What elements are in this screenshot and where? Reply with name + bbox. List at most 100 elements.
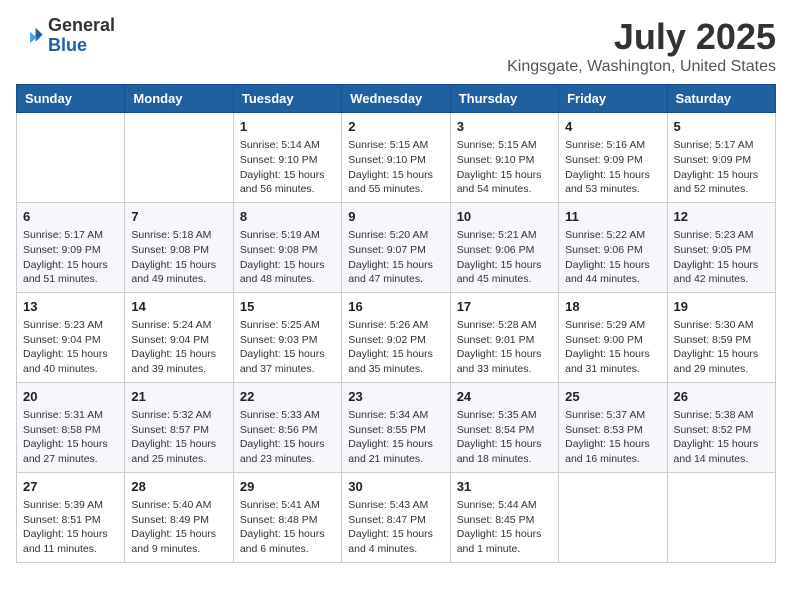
calendar-table: SundayMondayTuesdayWednesdayThursdayFrid… [16,84,776,563]
day-number: 10 [457,208,552,226]
day-number: 28 [131,478,226,496]
day-info: Sunrise: 5:41 AM Sunset: 8:48 PM Dayligh… [240,498,335,557]
day-number: 26 [674,388,769,406]
day-number: 27 [23,478,118,496]
calendar-cell: 27 Sunrise: 5:39 AM Sunset: 8:51 PM Dayl… [17,472,125,562]
calendar-cell: 5 Sunrise: 5:17 AM Sunset: 9:09 PM Dayli… [667,113,775,203]
month-title: July 2025 [507,16,776,58]
day-info: Sunrise: 5:21 AM Sunset: 9:06 PM Dayligh… [457,228,552,287]
calendar-cell [667,472,775,562]
day-info: Sunrise: 5:43 AM Sunset: 8:47 PM Dayligh… [348,498,443,557]
day-number: 2 [348,118,443,136]
calendar-cell: 21 Sunrise: 5:32 AM Sunset: 8:57 PM Dayl… [125,382,233,472]
calendar-cell: 4 Sunrise: 5:16 AM Sunset: 9:09 PM Dayli… [559,113,667,203]
calendar-week-1: 1 Sunrise: 5:14 AM Sunset: 9:10 PM Dayli… [17,113,776,203]
calendar-cell: 2 Sunrise: 5:15 AM Sunset: 9:10 PM Dayli… [342,113,450,203]
day-info: Sunrise: 5:33 AM Sunset: 8:56 PM Dayligh… [240,408,335,467]
day-info: Sunrise: 5:29 AM Sunset: 9:00 PM Dayligh… [565,318,660,377]
day-number: 30 [348,478,443,496]
day-info: Sunrise: 5:14 AM Sunset: 9:10 PM Dayligh… [240,138,335,197]
day-number: 18 [565,298,660,316]
calendar-cell: 30 Sunrise: 5:43 AM Sunset: 8:47 PM Dayl… [342,472,450,562]
day-number: 25 [565,388,660,406]
calendar-cell: 1 Sunrise: 5:14 AM Sunset: 9:10 PM Dayli… [233,113,341,203]
day-info: Sunrise: 5:23 AM Sunset: 9:05 PM Dayligh… [674,228,769,287]
weekday-header-wednesday: Wednesday [342,85,450,113]
day-number: 22 [240,388,335,406]
calendar-cell: 22 Sunrise: 5:33 AM Sunset: 8:56 PM Dayl… [233,382,341,472]
day-info: Sunrise: 5:44 AM Sunset: 8:45 PM Dayligh… [457,498,552,557]
calendar-week-3: 13 Sunrise: 5:23 AM Sunset: 9:04 PM Dayl… [17,292,776,382]
calendar-week-5: 27 Sunrise: 5:39 AM Sunset: 8:51 PM Dayl… [17,472,776,562]
weekday-header-tuesday: Tuesday [233,85,341,113]
day-number: 3 [457,118,552,136]
calendar-cell: 11 Sunrise: 5:22 AM Sunset: 9:06 PM Dayl… [559,202,667,292]
calendar-cell: 25 Sunrise: 5:37 AM Sunset: 8:53 PM Dayl… [559,382,667,472]
calendar-cell: 3 Sunrise: 5:15 AM Sunset: 9:10 PM Dayli… [450,113,558,203]
day-number: 13 [23,298,118,316]
logo-general: General [48,15,115,35]
calendar-cell: 26 Sunrise: 5:38 AM Sunset: 8:52 PM Dayl… [667,382,775,472]
day-info: Sunrise: 5:32 AM Sunset: 8:57 PM Dayligh… [131,408,226,467]
day-number: 14 [131,298,226,316]
calendar-cell: 16 Sunrise: 5:26 AM Sunset: 9:02 PM Dayl… [342,292,450,382]
day-info: Sunrise: 5:17 AM Sunset: 9:09 PM Dayligh… [23,228,118,287]
day-number: 15 [240,298,335,316]
day-number: 29 [240,478,335,496]
day-info: Sunrise: 5:20 AM Sunset: 9:07 PM Dayligh… [348,228,443,287]
weekday-header-thursday: Thursday [450,85,558,113]
day-info: Sunrise: 5:25 AM Sunset: 9:03 PM Dayligh… [240,318,335,377]
calendar-cell [125,113,233,203]
calendar-cell: 10 Sunrise: 5:21 AM Sunset: 9:06 PM Dayl… [450,202,558,292]
logo-icon [16,22,44,50]
day-number: 31 [457,478,552,496]
day-info: Sunrise: 5:38 AM Sunset: 8:52 PM Dayligh… [674,408,769,467]
calendar-cell: 28 Sunrise: 5:40 AM Sunset: 8:49 PM Dayl… [125,472,233,562]
calendar-header-row: SundayMondayTuesdayWednesdayThursdayFrid… [17,85,776,113]
day-info: Sunrise: 5:30 AM Sunset: 8:59 PM Dayligh… [674,318,769,377]
location-title: Kingsgate, Washington, United States [507,58,776,76]
day-number: 12 [674,208,769,226]
day-number: 24 [457,388,552,406]
day-info: Sunrise: 5:15 AM Sunset: 9:10 PM Dayligh… [457,138,552,197]
calendar-cell: 9 Sunrise: 5:20 AM Sunset: 9:07 PM Dayli… [342,202,450,292]
weekday-header-monday: Monday [125,85,233,113]
day-number: 19 [674,298,769,316]
calendar-week-4: 20 Sunrise: 5:31 AM Sunset: 8:58 PM Dayl… [17,382,776,472]
day-number: 8 [240,208,335,226]
calendar-cell: 7 Sunrise: 5:18 AM Sunset: 9:08 PM Dayli… [125,202,233,292]
calendar-cell: 17 Sunrise: 5:28 AM Sunset: 9:01 PM Dayl… [450,292,558,382]
calendar-cell: 24 Sunrise: 5:35 AM Sunset: 8:54 PM Dayl… [450,382,558,472]
day-number: 1 [240,118,335,136]
calendar-cell: 29 Sunrise: 5:41 AM Sunset: 8:48 PM Dayl… [233,472,341,562]
day-info: Sunrise: 5:17 AM Sunset: 9:09 PM Dayligh… [674,138,769,197]
day-info: Sunrise: 5:34 AM Sunset: 8:55 PM Dayligh… [348,408,443,467]
calendar-cell: 18 Sunrise: 5:29 AM Sunset: 9:00 PM Dayl… [559,292,667,382]
calendar-cell: 20 Sunrise: 5:31 AM Sunset: 8:58 PM Dayl… [17,382,125,472]
calendar-cell: 12 Sunrise: 5:23 AM Sunset: 9:05 PM Dayl… [667,202,775,292]
weekday-header-saturday: Saturday [667,85,775,113]
day-number: 4 [565,118,660,136]
day-info: Sunrise: 5:23 AM Sunset: 9:04 PM Dayligh… [23,318,118,377]
day-info: Sunrise: 5:22 AM Sunset: 9:06 PM Dayligh… [565,228,660,287]
calendar-cell [17,113,125,203]
calendar-cell: 23 Sunrise: 5:34 AM Sunset: 8:55 PM Dayl… [342,382,450,472]
day-info: Sunrise: 5:37 AM Sunset: 8:53 PM Dayligh… [565,408,660,467]
day-info: Sunrise: 5:31 AM Sunset: 8:58 PM Dayligh… [23,408,118,467]
title-block: July 2025 Kingsgate, Washington, United … [507,16,776,76]
day-info: Sunrise: 5:28 AM Sunset: 9:01 PM Dayligh… [457,318,552,377]
day-info: Sunrise: 5:40 AM Sunset: 8:49 PM Dayligh… [131,498,226,557]
calendar-cell: 19 Sunrise: 5:30 AM Sunset: 8:59 PM Dayl… [667,292,775,382]
calendar-cell: 6 Sunrise: 5:17 AM Sunset: 9:09 PM Dayli… [17,202,125,292]
day-number: 9 [348,208,443,226]
day-info: Sunrise: 5:15 AM Sunset: 9:10 PM Dayligh… [348,138,443,197]
calendar-cell: 14 Sunrise: 5:24 AM Sunset: 9:04 PM Dayl… [125,292,233,382]
weekday-header-friday: Friday [559,85,667,113]
calendar-cell: 15 Sunrise: 5:25 AM Sunset: 9:03 PM Dayl… [233,292,341,382]
day-info: Sunrise: 5:26 AM Sunset: 9:02 PM Dayligh… [348,318,443,377]
day-number: 7 [131,208,226,226]
day-number: 23 [348,388,443,406]
day-info: Sunrise: 5:24 AM Sunset: 9:04 PM Dayligh… [131,318,226,377]
calendar-cell: 31 Sunrise: 5:44 AM Sunset: 8:45 PM Dayl… [450,472,558,562]
day-info: Sunrise: 5:18 AM Sunset: 9:08 PM Dayligh… [131,228,226,287]
